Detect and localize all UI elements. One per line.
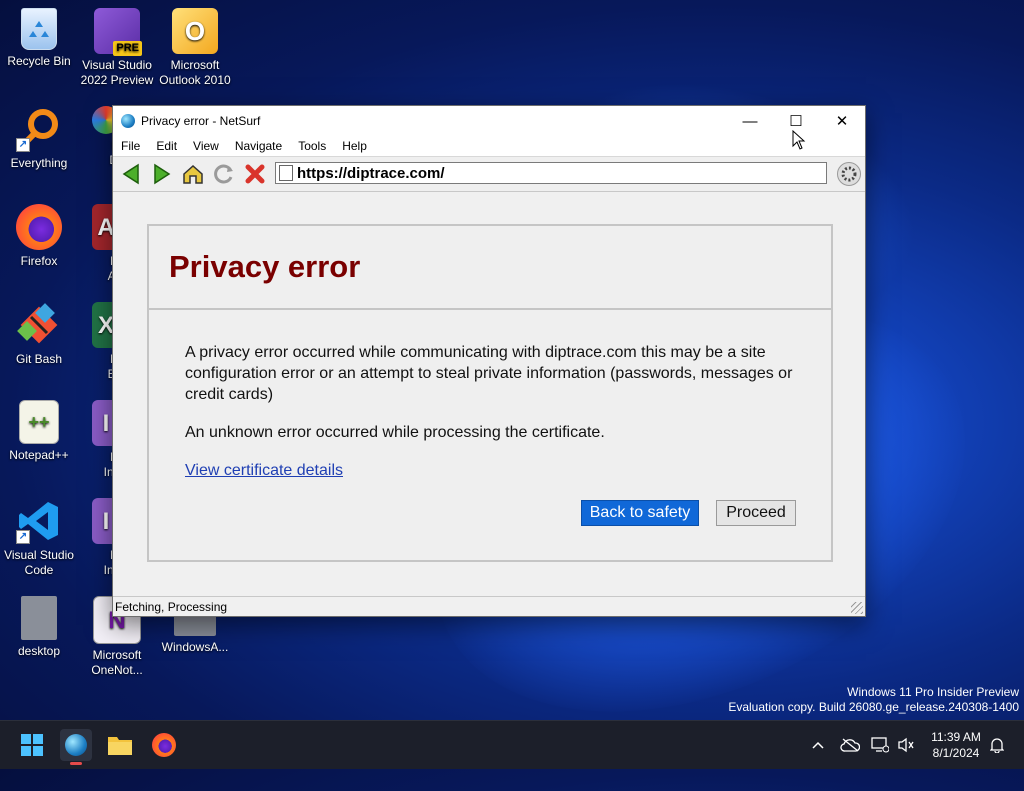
magnifier-icon: ↗ [16, 106, 62, 152]
home-icon [183, 164, 203, 184]
folder-icon [108, 737, 132, 755]
outlook-icon: O [172, 8, 218, 54]
notepad-plus-plus-icon: ++ [19, 400, 59, 444]
page-content: Privacy error A privacy error occurred w… [113, 192, 865, 596]
netsurf-globe-icon [121, 114, 135, 128]
menu-tools[interactable]: Tools [290, 139, 334, 153]
file-icon [21, 596, 57, 640]
desktop-icon-label: WindowsA... [161, 640, 229, 654]
forward-arrow-icon [154, 163, 171, 185]
desktop-icon-outlook-2010[interactable]: O Microsoft Outlook 2010 [156, 8, 234, 88]
watermark-line: Evaluation copy. Build 26080.ge_release.… [728, 700, 1019, 714]
desktop-icon-label: Everything [10, 156, 68, 170]
recycle-bin-icon [21, 8, 57, 50]
error-header: Privacy error [149, 226, 831, 310]
desktop-icon-label: desktop [17, 644, 61, 658]
desktop-icon-firefox[interactable]: Firefox [0, 204, 78, 269]
stop-icon [245, 164, 265, 184]
mouse-cursor-icon [792, 130, 806, 150]
url-text: https://diptrace.com/ [297, 164, 445, 182]
start-button[interactable] [16, 729, 48, 761]
error-body: A privacy error occurred while communica… [149, 310, 831, 481]
taskbar-netsurf[interactable] [60, 729, 92, 765]
desktop-icon-vscode[interactable]: ↗ Visual Studio Code [0, 498, 78, 578]
chevron-up-icon [812, 741, 824, 749]
proceed-button[interactable]: Proceed [716, 500, 796, 526]
desktop-icon-label: Microsoft OneNot... [91, 648, 143, 677]
visual-studio-icon: PRE [94, 8, 142, 56]
git-bash-icon [16, 302, 62, 348]
taskbar-firefox[interactable] [148, 729, 180, 761]
desktop-icon-label: Recycle Bin [7, 54, 71, 68]
minimize-button[interactable]: — [727, 106, 773, 136]
title-bar[interactable]: Privacy error - NetSurf — ☐ ✕ [113, 106, 865, 136]
windows-watermark: Windows 11 Pro Insider Preview Evaluatio… [728, 685, 1019, 715]
cloud-offline-icon[interactable] [838, 721, 862, 769]
desktop-icon-desktop[interactable]: desktop [0, 596, 78, 659]
desktop-icon-recycle-bin[interactable]: Recycle Bin [0, 8, 78, 69]
desktop-icon-notepad-plus-plus[interactable]: ++ Notepad++ [0, 400, 78, 463]
netsurf-window[interactable]: Privacy error - NetSurf — ☐ ✕ File Edit … [112, 105, 866, 617]
volume-muted-icon[interactable] [894, 721, 918, 769]
stop-button[interactable] [242, 161, 268, 187]
notification-bell-icon[interactable] [986, 721, 1008, 769]
home-button[interactable] [180, 161, 206, 187]
menu-navigate[interactable]: Navigate [227, 139, 290, 153]
status-bar: Fetching, Processing [113, 596, 865, 616]
watermark-line: Windows 11 Pro Insider Preview [847, 685, 1019, 699]
show-hidden-icons-button[interactable] [806, 721, 830, 769]
desktop-icon-label: Firefox [20, 254, 58, 268]
menu-edit[interactable]: Edit [148, 139, 185, 153]
network-icon[interactable] [868, 721, 892, 769]
back-arrow-icon [122, 163, 139, 185]
windows-logo-icon [21, 734, 43, 756]
menu-bar: File Edit View Navigate Tools Help [113, 136, 865, 157]
throbber-icon [837, 162, 861, 186]
firefox-icon [152, 733, 176, 757]
desktop-icon-label: Visual Studio 2022 Preview [80, 58, 154, 87]
reload-icon [214, 164, 233, 184]
desktop-icon-everything[interactable]: ↗ Everything [0, 106, 78, 171]
clock-time: 11:39 AM [931, 730, 981, 744]
window-title: Privacy error - NetSurf [141, 114, 261, 128]
menu-help[interactable]: Help [334, 139, 375, 153]
shortcut-arrow-icon: ↗ [16, 530, 30, 544]
desktop-icon-visual-studio-2022[interactable]: PRE Visual Studio 2022 Preview [78, 8, 156, 88]
desktop-icon-git-bash[interactable]: Git Bash [0, 302, 78, 367]
firefox-icon [16, 204, 62, 250]
error-panel: Privacy error A privacy error occurred w… [147, 224, 833, 562]
active-indicator [70, 762, 82, 765]
page-info-icon[interactable] [279, 165, 293, 181]
toolbar: https://diptrace.com/ [113, 157, 865, 192]
preview-badge: PRE [113, 41, 142, 56]
taskbar: 11:39 AM 8/1/2024 [0, 720, 1024, 769]
back-to-safety-button[interactable]: Back to safety [581, 500, 699, 526]
taskbar-file-explorer[interactable] [104, 729, 136, 761]
menu-view[interactable]: View [185, 139, 227, 153]
reload-button[interactable] [211, 161, 237, 187]
back-button[interactable] [118, 161, 144, 187]
status-text: Fetching, Processing [115, 599, 228, 614]
forward-button[interactable] [149, 161, 175, 187]
close-button[interactable]: ✕ [819, 106, 865, 136]
desktop-icon-label: Notepad++ [9, 448, 69, 462]
error-detail: An unknown error occurred while processi… [185, 424, 605, 441]
netsurf-globe-icon [65, 734, 87, 756]
error-message: A privacy error occurred while communica… [185, 344, 793, 403]
page-title: Privacy error [169, 249, 361, 284]
menu-file[interactable]: File [113, 139, 148, 153]
view-certificate-link[interactable]: View certificate details [185, 462, 343, 479]
shortcut-arrow-icon: ↗ [16, 138, 30, 152]
desktop-icon-label: Git Bash [15, 352, 63, 366]
desktop-icon-label: Microsoft Outlook 2010 [159, 58, 231, 87]
taskbar-clock[interactable]: 11:39 AM 8/1/2024 [918, 729, 994, 761]
desktop-icon-label: Visual Studio Code [4, 548, 74, 577]
resize-grip[interactable] [851, 602, 863, 614]
url-bar[interactable]: https://diptrace.com/ [275, 162, 827, 184]
vscode-icon: ↗ [16, 498, 62, 544]
clock-date: 8/1/2024 [932, 746, 980, 760]
